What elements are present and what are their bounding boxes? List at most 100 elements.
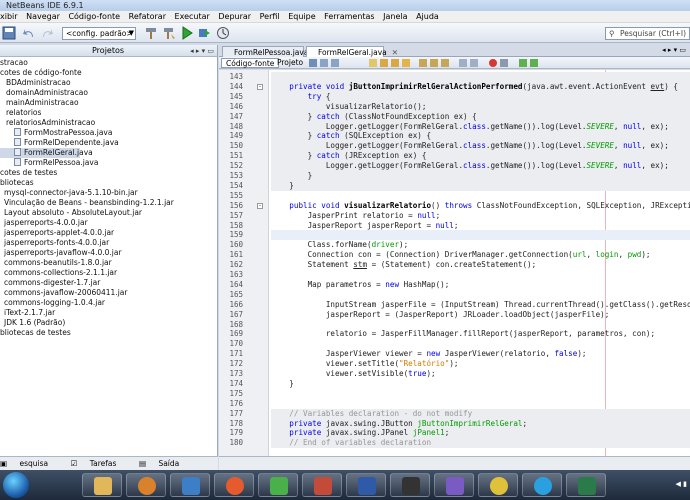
- code-line[interactable]: Statement stm = (Statement) con.createSt…: [271, 260, 690, 270]
- code-line[interactable]: public void visualizarRelatorio() throws…: [271, 201, 690, 211]
- code-line[interactable]: Class.forName(driver);: [271, 240, 690, 250]
- network-icon[interactable]: ▮: [683, 480, 687, 488]
- taskbar-app-explorer[interactable]: [82, 473, 122, 497]
- tree-item[interactable]: cotes de código-fonte: [0, 68, 82, 78]
- menu-equipe[interactable]: Equipe: [288, 12, 315, 21]
- code-editor[interactable]: 143 144 - 145 146 147 148 149 150 151 152 153 154 155…: [219, 70, 690, 456]
- code-line[interactable]: [271, 389, 690, 399]
- tree-item[interactable]: FormRelGeral.java: [0, 148, 93, 158]
- menu-refatorar[interactable]: Refatorar: [129, 12, 166, 21]
- taskbar-app-skype[interactable]: [522, 473, 562, 497]
- code-line[interactable]: JasperPrint relatorio = null;: [271, 211, 690, 221]
- redo-icon[interactable]: [40, 26, 54, 40]
- code-line[interactable]: visualizarRelatorio();: [271, 101, 690, 112]
- code-line[interactable]: private javax.swing.JPanel jPanel1;: [271, 428, 690, 439]
- code-line[interactable]: [271, 320, 690, 330]
- shift-right-icon[interactable]: [470, 59, 478, 67]
- menu-janela[interactable]: Janela: [383, 12, 407, 21]
- toggle-bookmark-icon[interactable]: [419, 59, 427, 67]
- tree-item[interactable]: commons-collections-2.1.1.jar: [0, 268, 117, 278]
- history-icon[interactable]: [309, 59, 317, 67]
- menu-codigo-fonte[interactable]: Código-fonte: [68, 12, 120, 21]
- previous-bookmark-icon[interactable]: [430, 59, 438, 67]
- code-line[interactable]: } catch (SQLException ex) {: [271, 131, 690, 142]
- find-next-icon[interactable]: [391, 59, 399, 67]
- tree-item[interactable]: FormRelDependente.java: [0, 138, 119, 148]
- debug-icon[interactable]: [197, 26, 211, 40]
- panel-controls-icon[interactable]: ◂ ▸ ▾ ▭: [190, 45, 214, 57]
- menu-navegar[interactable]: Navegar: [26, 12, 60, 21]
- build-hammer-icon[interactable]: [144, 26, 158, 40]
- code-line[interactable]: [271, 72, 690, 82]
- tree-item[interactable]: bliotecas de testes: [0, 328, 71, 338]
- shift-left-icon[interactable]: [459, 59, 467, 67]
- menu-depurar[interactable]: Depurar: [218, 12, 251, 21]
- configuration-select[interactable]: <config. padrão> ▼: [62, 27, 136, 40]
- code-line[interactable]: Connection con = (Connection) DriverMana…: [271, 250, 690, 260]
- taskbar-app-netbeans[interactable]: [170, 473, 210, 497]
- taskbar-app-chrome[interactable]: [478, 473, 518, 497]
- save-all-icon[interactable]: [2, 26, 16, 40]
- tree-item[interactable]: commons-logging-1.0.4.jar: [0, 298, 105, 308]
- back-icon[interactable]: [320, 59, 328, 67]
- tree-item[interactable]: relatoriosAdministracao: [0, 118, 95, 128]
- profile-icon[interactable]: [216, 26, 230, 40]
- code-line[interactable]: } catch (JRException ex) {: [271, 151, 690, 162]
- code-line[interactable]: viewer.setTitle("Relatório");: [271, 359, 690, 369]
- find-previous-icon[interactable]: [380, 59, 388, 67]
- menu-exibir[interactable]: xibir: [0, 12, 18, 21]
- tab-navigation-icon[interactable]: ◂ ▸ ▾ ▭: [662, 46, 686, 54]
- tree-item[interactable]: FormRelPessoa.java: [0, 158, 98, 168]
- code-line[interactable]: }: [271, 379, 690, 389]
- taskbar-app-paint[interactable]: [434, 473, 474, 497]
- code-line[interactable]: [271, 399, 690, 409]
- design-view-button[interactable]: Projeto: [273, 58, 307, 68]
- code-line[interactable]: viewer.setVisible(true);: [271, 369, 690, 379]
- tree-item[interactable]: jasperreports-4.0.0.jar: [0, 218, 88, 228]
- close-icon[interactable]: ✕: [392, 48, 398, 57]
- source-view-button[interactable]: Código-fonte: [221, 58, 280, 68]
- tree-item[interactable]: domainAdministracao: [0, 88, 88, 98]
- toggle-highlight-icon[interactable]: [402, 59, 410, 67]
- menu-perfil[interactable]: Perfil: [260, 12, 280, 21]
- next-bookmark-icon[interactable]: [441, 59, 449, 67]
- menu-ferramentas[interactable]: Ferramentas: [324, 12, 374, 21]
- taskbar-app-word[interactable]: [346, 473, 386, 497]
- code-line[interactable]: relatorio = JasperFillManager.fillReport…: [271, 329, 690, 339]
- undo-icon[interactable]: [22, 26, 36, 40]
- tree-item[interactable]: FormMostraPessoa.java: [0, 128, 112, 138]
- code-line[interactable]: JasperReport jasperReport = null;: [271, 221, 690, 231]
- code-line[interactable]: // End of variables declaration: [271, 438, 690, 449]
- tab-tarefas[interactable]: ☑ Tarefas: [71, 459, 127, 468]
- comment-icon[interactable]: [519, 59, 527, 67]
- taskbar-app-messenger[interactable]: [258, 473, 298, 497]
- taskbar-app-java[interactable]: [302, 473, 342, 497]
- menu-ajuda[interactable]: Ajuda: [416, 12, 439, 21]
- tree-item[interactable]: JDK 1.6 (Padrão): [0, 318, 65, 328]
- tree-item[interactable]: bliotecas: [0, 178, 34, 188]
- taskbar-app-browser[interactable]: [214, 473, 254, 497]
- run-icon[interactable]: [180, 26, 194, 40]
- tree-item[interactable]: commons-digester-1.7.jar: [0, 278, 100, 288]
- tree-item[interactable]: BDAdministracao: [0, 78, 71, 88]
- taskbar-app-other[interactable]: [566, 473, 606, 497]
- volume-icon[interactable]: ◀: [676, 480, 681, 488]
- tab-saida[interactable]: ▤ Saída: [139, 459, 189, 468]
- tree-item[interactable]: jasperreports-applet-4.0.0.jar: [0, 228, 114, 238]
- code-line[interactable]: }: [271, 180, 690, 191]
- code-line[interactable]: Map parametros = new HashMap();: [271, 280, 690, 290]
- code-line[interactable]: [271, 290, 690, 300]
- tree-item[interactable]: jasperreports-fonts-4.0.0.jar: [0, 238, 109, 248]
- uncomment-icon[interactable]: [530, 59, 538, 67]
- code-line[interactable]: [271, 270, 690, 280]
- code-line[interactable]: [271, 230, 690, 241]
- find-icon[interactable]: [369, 59, 377, 67]
- code-line[interactable]: jasperReport = (JasperReport) JRLoader.l…: [271, 310, 690, 320]
- tree-item[interactable]: mainAdministracao: [0, 98, 79, 108]
- search-input[interactable]: ⚲ Pesquisar (Ctrl+I): [605, 27, 690, 40]
- code-line[interactable]: [271, 191, 690, 201]
- tree-item[interactable]: stracao: [0, 58, 28, 68]
- tab-pesquisa[interactable]: ▣ esquisa: [0, 459, 58, 468]
- tab-formrelgeral[interactable]: FormRelGeral.java ✕: [306, 46, 398, 57]
- taskbar-app-media[interactable]: [126, 473, 166, 497]
